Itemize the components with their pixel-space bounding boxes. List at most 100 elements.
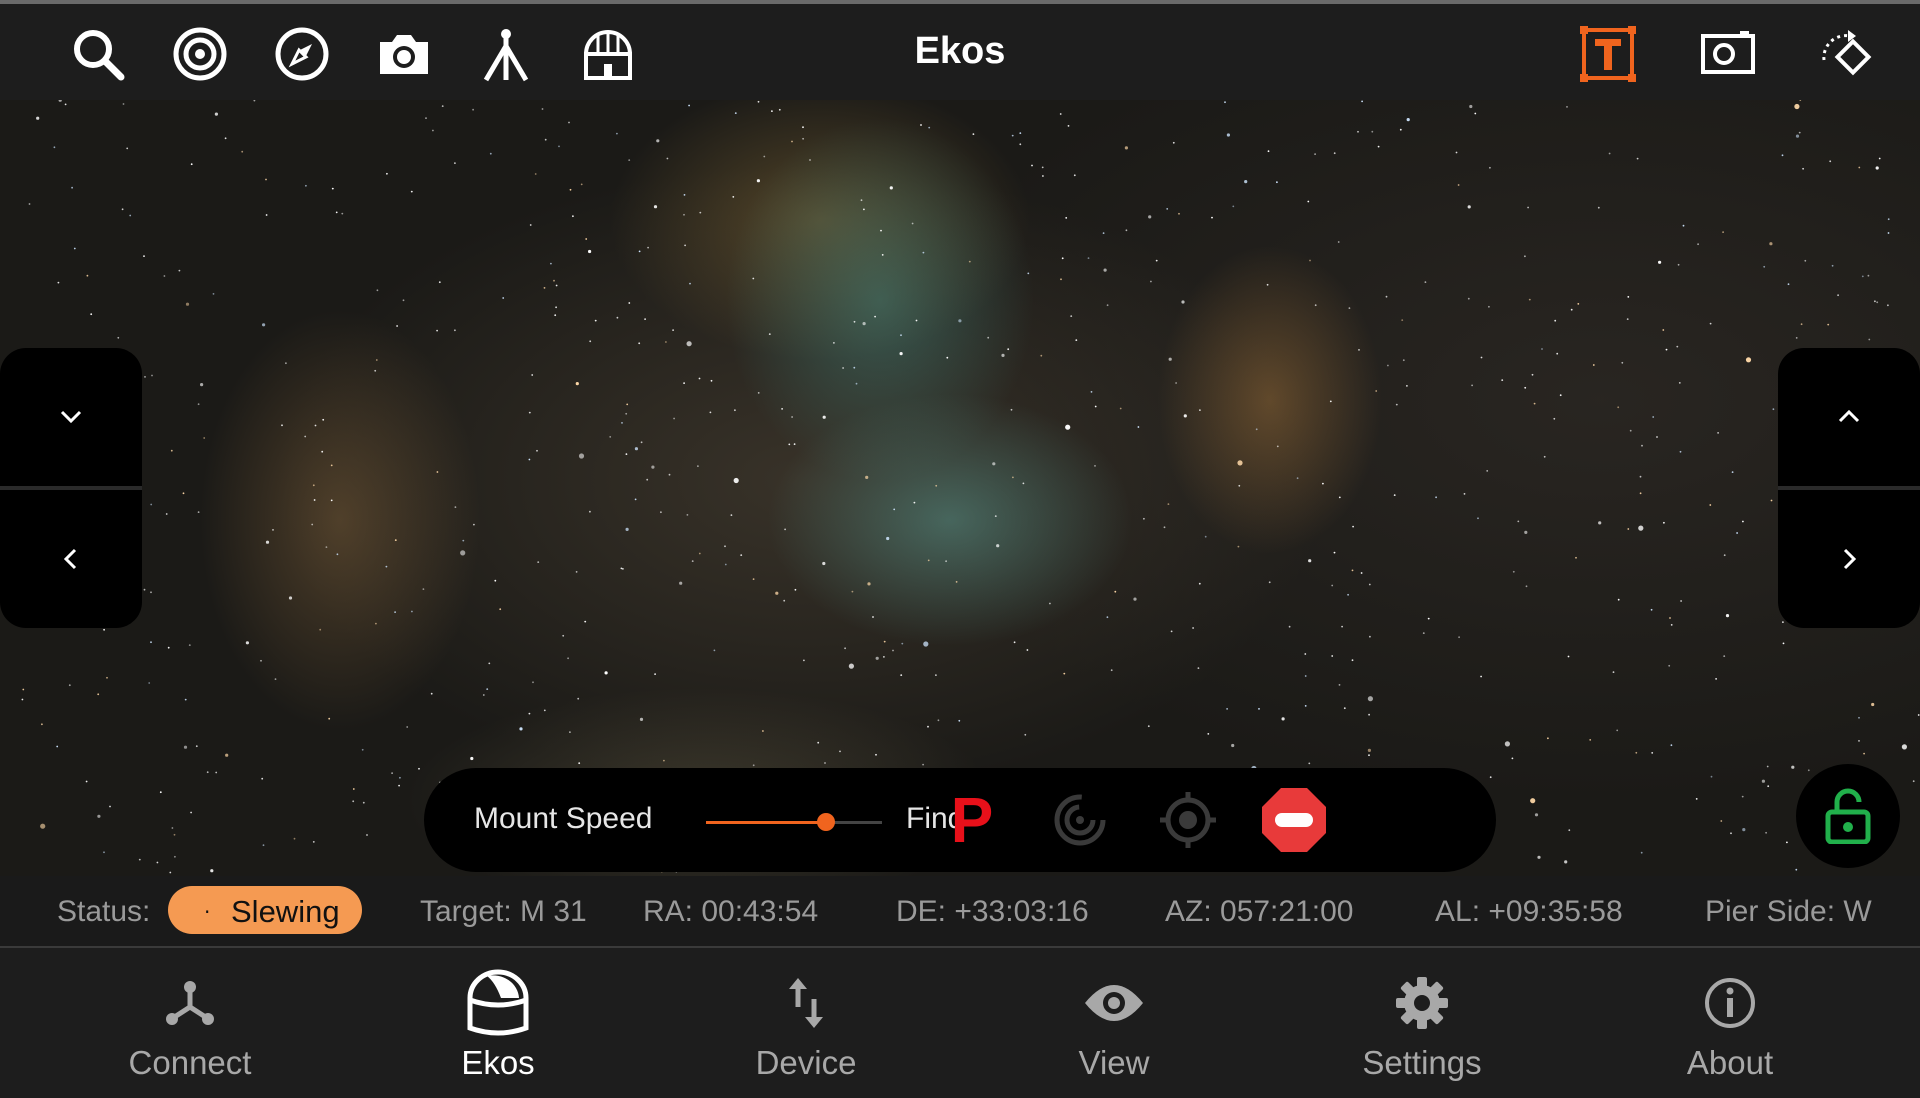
star: [1543, 455, 1546, 458]
star: [1395, 403, 1398, 406]
star: [684, 244, 686, 247]
star: [817, 741, 820, 744]
chevron-down-icon: [60, 410, 82, 424]
nav-item-settings[interactable]: Settings: [1302, 948, 1542, 1098]
star: [1680, 600, 1682, 602]
star: [1422, 632, 1425, 634]
star: [555, 306, 557, 309]
snapshot-icon[interactable]: [1694, 20, 1762, 88]
nav-item-about[interactable]: About: [1610, 948, 1850, 1098]
star: [1858, 166, 1861, 169]
star: [634, 447, 639, 451]
move-right-button[interactable]: [1778, 490, 1920, 628]
nav-item-connect[interactable]: Connect: [70, 948, 310, 1098]
rotate-icon[interactable]: [1812, 20, 1880, 88]
star: [375, 622, 377, 625]
telescope-mount-icon[interactable]: [472, 20, 540, 88]
star: [1024, 733, 1027, 736]
star: [626, 403, 629, 406]
star: [1745, 357, 1752, 363]
star: [1308, 762, 1311, 765]
star: [36, 116, 40, 120]
star: [321, 450, 324, 453]
star: [1912, 780, 1915, 783]
star: [1119, 407, 1122, 410]
star: [169, 871, 172, 874]
observatory-dome-icon[interactable]: [574, 20, 642, 88]
star: [1019, 143, 1022, 146]
star: [86, 274, 89, 277]
mount-speed-slider[interactable]: [706, 813, 882, 831]
star: [1878, 157, 1881, 160]
nav-item-ekos[interactable]: Ekos: [378, 948, 618, 1098]
tracking-button[interactable]: [1046, 786, 1114, 854]
text-box-icon[interactable]: [1574, 20, 1642, 88]
star: [281, 424, 283, 427]
star: [352, 788, 355, 790]
star: [1617, 598, 1620, 601]
star: [1608, 152, 1611, 155]
star: [97, 693, 100, 696]
star: [56, 745, 59, 748]
star: [1011, 134, 1014, 137]
star: [1474, 112, 1477, 115]
star: [1559, 394, 1562, 397]
star: [1570, 308, 1573, 311]
nav-item-view[interactable]: View: [994, 948, 1234, 1098]
star: [1471, 384, 1473, 387]
star: [1022, 482, 1025, 485]
move-down-button[interactable]: [0, 348, 142, 486]
star: [575, 382, 579, 386]
slider-thumb[interactable]: [816, 813, 835, 831]
star: [555, 284, 558, 287]
star: [686, 514, 689, 516]
star: [184, 698, 187, 701]
star: [190, 811, 193, 814]
star: [1612, 671, 1615, 673]
search-icon[interactable]: [64, 20, 132, 88]
star: [1486, 470, 1489, 472]
camera-icon[interactable]: [370, 20, 438, 88]
de-readout: DE: +33:03:16: [896, 895, 1089, 928]
pier-side-readout: Pier Side: W: [1705, 895, 1872, 928]
top-toolbar: Ekos: [0, 4, 1920, 100]
compass-icon[interactable]: [268, 20, 336, 88]
star: [1867, 274, 1870, 277]
star: [541, 108, 544, 110]
star: [1351, 569, 1354, 572]
star: [577, 697, 580, 700]
move-up-button[interactable]: [1778, 348, 1920, 486]
star: [1861, 275, 1864, 278]
star: [646, 478, 649, 481]
star: [900, 674, 903, 676]
star: [543, 287, 546, 289]
star: [972, 133, 975, 135]
star: [656, 139, 660, 143]
star: [1276, 445, 1279, 448]
star: [1530, 798, 1536, 804]
star: [531, 374, 534, 376]
star: [418, 767, 420, 770]
move-left-button[interactable]: [0, 490, 142, 628]
lock-button[interactable]: [1796, 764, 1900, 868]
star: [668, 473, 671, 476]
park-button[interactable]: P: [938, 786, 1006, 854]
star: [489, 152, 492, 155]
star: [651, 465, 655, 469]
star: [473, 523, 475, 526]
goto-target-icon: [1160, 792, 1216, 848]
star: [625, 527, 629, 531]
star: [1709, 504, 1712, 506]
star: [883, 656, 885, 658]
star: [1103, 268, 1107, 272]
nav-label: Connect: [128, 1044, 252, 1081]
stop-button[interactable]: [1260, 786, 1328, 854]
chevron-left-icon: [63, 548, 77, 570]
star: [1650, 608, 1653, 611]
al-readout: AL: +09:35:58: [1435, 895, 1623, 928]
star: [325, 546, 328, 548]
nav-item-device[interactable]: Device: [686, 948, 926, 1098]
target-icon[interactable]: [166, 20, 234, 88]
star: [672, 329, 674, 331]
goto-target-button[interactable]: [1154, 786, 1222, 854]
